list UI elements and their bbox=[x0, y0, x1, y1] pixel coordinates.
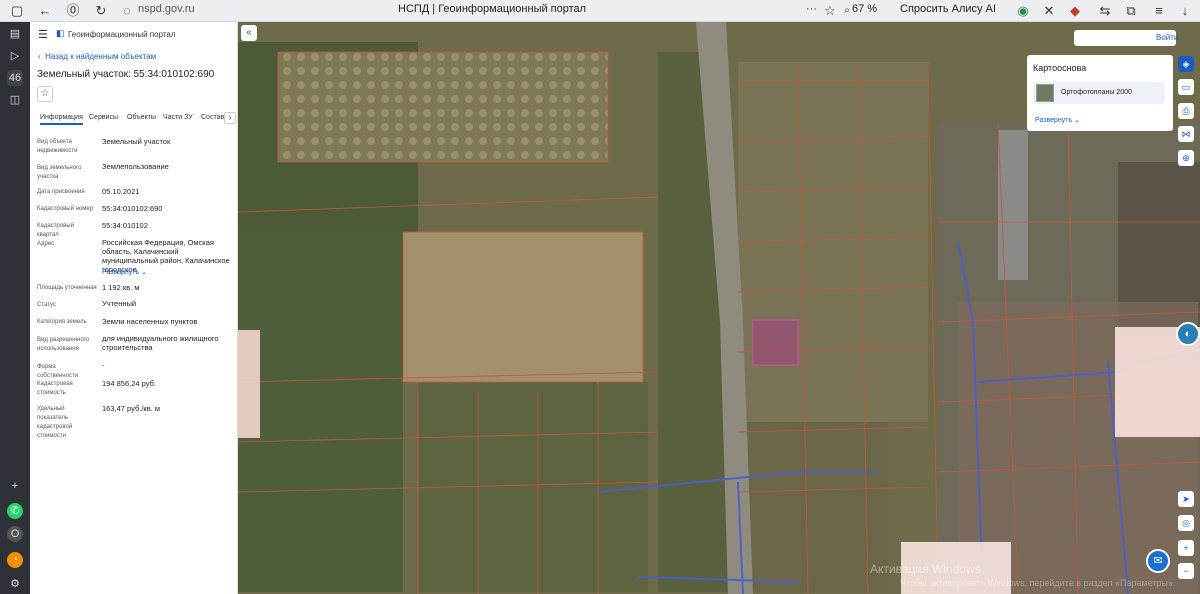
object-title: Земельный участок: 55:34:010102:690 bbox=[37, 69, 215, 80]
bookmark-icon[interactable]: ☆ bbox=[821, 2, 839, 20]
tools-icon[interactable]: ✕ bbox=[1040, 2, 1058, 20]
attr-label: Вид объекта недвижимости bbox=[37, 139, 78, 154]
attr-value: 163,47 руб./кв. м bbox=[102, 404, 160, 413]
attr-label: Вид разрешенного использования bbox=[37, 337, 90, 352]
attr-label: Статус bbox=[37, 302, 56, 308]
orthophoto-thumbnail bbox=[1036, 84, 1054, 102]
selected-parcel[interactable] bbox=[752, 319, 799, 366]
layers-icon[interactable]: ◈ bbox=[1178, 56, 1194, 72]
attr-label: Дата присвоения bbox=[37, 189, 85, 195]
back-link[interactable]: ‹ Назад к найденным объектам bbox=[38, 52, 156, 61]
whatsapp-icon[interactable]: ✆ bbox=[7, 503, 23, 519]
login-button[interactable]: Войти bbox=[1074, 30, 1179, 46]
app2-icon[interactable]: ◔ bbox=[7, 552, 23, 568]
shield-icon: ◌ bbox=[123, 3, 131, 18]
basemap-option[interactable]: Ортофотопланы 2000 bbox=[1033, 82, 1165, 104]
browser-sidebar: ▤ ▷ 46 ◫ + ✆ O ◔ ⚙ bbox=[0, 22, 30, 594]
attr-value: 55:34:010102:690 bbox=[102, 204, 163, 213]
hamburger-icon[interactable]: ☰ bbox=[38, 28, 48, 41]
windows-activation-watermark: Активация Windows bbox=[870, 562, 981, 576]
attr-value: 1 192 кв. м bbox=[102, 283, 140, 292]
locate-icon[interactable]: ➤ bbox=[1178, 491, 1194, 507]
tab-composition[interactable]: Состав bbox=[201, 114, 224, 121]
attr-label: Форма собственности bbox=[37, 364, 79, 379]
browser-logo-icon[interactable]: ⓪ bbox=[64, 2, 82, 20]
attr-value: 55:34:010102 bbox=[102, 221, 148, 230]
chat-icon[interactable]: ✉ bbox=[1146, 549, 1170, 573]
app-icon[interactable]: O bbox=[7, 526, 23, 542]
back-link-label: Назад к найденным объектам bbox=[45, 52, 157, 61]
tab-services[interactable]: Сервисы bbox=[89, 114, 118, 121]
tab-parts[interactable]: Части ЗУ bbox=[163, 114, 193, 121]
address-expand-label: Развернуть bbox=[102, 269, 140, 276]
windows-activation-subtext: Чтобы активировать Windows, перейдите в … bbox=[900, 578, 1176, 588]
more-icon[interactable]: ··· bbox=[806, 3, 817, 15]
tab-info[interactable]: Информация bbox=[40, 114, 83, 125]
translate-icon[interactable]: ⇆ bbox=[1096, 2, 1114, 20]
attr-value: Учтенный bbox=[102, 299, 137, 308]
collapse-panel-button[interactable]: « bbox=[241, 25, 257, 41]
basemap-title: Картооснова bbox=[1033, 63, 1087, 73]
attr-label: Вид земельного участка bbox=[37, 165, 82, 180]
portal-logo-icon: ◧ bbox=[56, 28, 65, 38]
attr-label: Удельный показатель кадастровой стоимост… bbox=[37, 406, 73, 439]
attr-label: Кадастровый квартал bbox=[37, 223, 74, 238]
extension-icon[interactable]: ◉ bbox=[1014, 2, 1032, 20]
sidebar-toggle-icon[interactable]: ▢ bbox=[8, 2, 26, 20]
accessibility-icon[interactable]: ◐ bbox=[1176, 322, 1200, 346]
compass-icon[interactable]: ◎ bbox=[1178, 515, 1194, 531]
basemap-panel: Картооснова Ортофотопланы 2000 Развернут… bbox=[1027, 55, 1173, 131]
favorite-star-icon[interactable]: ☆ bbox=[37, 86, 53, 102]
attr-label: Кадастровая стоимость bbox=[37, 381, 73, 396]
print-icon[interactable]: ⎙ bbox=[1178, 103, 1194, 119]
add-icon[interactable]: + bbox=[7, 478, 23, 494]
attr-value: 05.10.2021 bbox=[102, 187, 140, 196]
portal-name[interactable]: Геоинформационный портал bbox=[68, 30, 176, 39]
tabs: Информация Сервисы Объекты Части ЗУ Сост… bbox=[30, 112, 238, 126]
search-icon: ⌕ bbox=[844, 5, 850, 16]
tabs-next-icon[interactable]: › bbox=[224, 112, 236, 124]
attr-label: Площадь уточненная bbox=[37, 285, 97, 291]
basemap-expand-link[interactable]: Развернуть ⌄ bbox=[1035, 116, 1080, 124]
reload-icon[interactable]: ↻ bbox=[92, 2, 110, 20]
zoom-out-icon[interactable]: − bbox=[1178, 563, 1194, 579]
downloads-icon[interactable]: ↓ bbox=[1176, 2, 1194, 20]
attr-value: 194 856,24 руб. bbox=[102, 379, 156, 388]
extension2-icon[interactable]: ◆ bbox=[1066, 2, 1084, 20]
attr-value: - bbox=[102, 361, 105, 370]
measure-icon[interactable]: ▭ bbox=[1178, 79, 1194, 95]
attr-value: Земли населенных пунктов bbox=[102, 317, 198, 326]
tabs-icon[interactable]: ▤ bbox=[7, 26, 23, 42]
basemap-expand-label: Развернуть bbox=[1035, 117, 1073, 124]
extensions-icon[interactable]: ⧉ bbox=[1122, 2, 1140, 20]
login-label: Войти bbox=[1156, 33, 1179, 42]
play-icon[interactable]: ▷ bbox=[7, 48, 23, 64]
globe-icon[interactable]: ⊕ bbox=[1178, 150, 1194, 166]
basemap-option-label: Ортофотопланы 2000 bbox=[1061, 89, 1132, 96]
settings-icon[interactable]: ⚙ bbox=[7, 576, 23, 592]
attr-value: Землепользование bbox=[102, 162, 169, 171]
page-title: НСПД | Геоинформационный портал bbox=[398, 3, 587, 15]
attr-label: Адрес bbox=[37, 241, 55, 247]
counter-icon[interactable]: 46 bbox=[7, 70, 23, 86]
share-icon[interactable]: ⋈ bbox=[1178, 126, 1194, 142]
address-bar[interactable]: nspd.gov.ru bbox=[138, 3, 195, 15]
menu-icon[interactable]: ≡ bbox=[1150, 2, 1168, 20]
attr-value: Земельный участок bbox=[102, 137, 171, 146]
ask-alice-button[interactable]: Спросить Алису AI bbox=[900, 3, 996, 15]
info-panel: ☰ ◧ Геоинформационный портал ‹ Назад к н… bbox=[30, 22, 238, 594]
attr-value: для индивидуального жилищного строительс… bbox=[102, 334, 219, 352]
browser-toolbar: ▢ ← ⓪ ↻ ◌ nspd.gov.ru НСПД | Геоинформац… bbox=[0, 0, 1200, 22]
attr-label: Кадастровый номер bbox=[37, 206, 94, 212]
camera-icon[interactable]: ◫ bbox=[7, 92, 23, 108]
address-expand-link[interactable]: Развернуть ⌄ bbox=[102, 268, 147, 276]
attr-label: Категория земель bbox=[37, 319, 87, 325]
tab-objects[interactable]: Объекты bbox=[127, 114, 156, 121]
back-arrow-icon[interactable]: ← bbox=[36, 2, 54, 20]
zoom-in-icon[interactable]: + bbox=[1178, 540, 1194, 556]
